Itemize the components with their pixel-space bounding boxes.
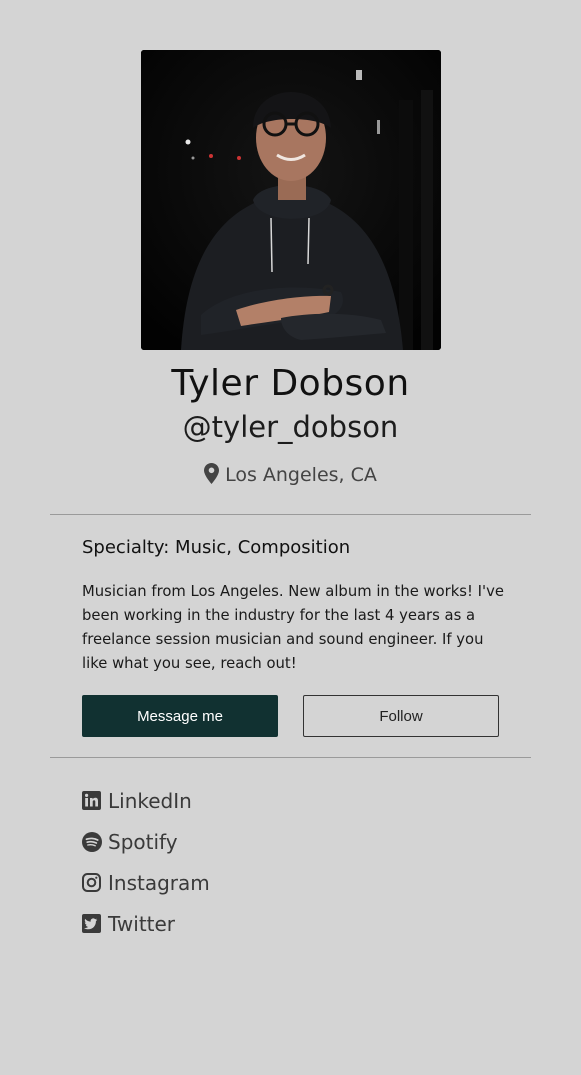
social-link-label: Spotify bbox=[108, 829, 178, 854]
profile-photo bbox=[141, 50, 441, 350]
divider-top bbox=[50, 514, 531, 515]
follow-button[interactable]: Follow bbox=[303, 695, 499, 737]
profile-handle: @tyler_dobson bbox=[182, 410, 399, 444]
linkedin-icon bbox=[82, 791, 101, 810]
map-pin-icon bbox=[204, 463, 220, 491]
social-link-label: Twitter bbox=[108, 911, 176, 936]
spotify-icon bbox=[82, 832, 102, 852]
message-me-button[interactable]: Message me bbox=[82, 695, 278, 737]
profile-location: Los Angeles, CA bbox=[0, 462, 581, 491]
social-links: LinkedIn Spotify Instagram Twitter bbox=[82, 780, 210, 944]
location-text: Los Angeles, CA bbox=[225, 464, 377, 486]
social-link-instagram[interactable]: Instagram bbox=[82, 862, 210, 903]
social-link-label: Instagram bbox=[108, 870, 210, 895]
profile-card: Tyler Dobson @tyler_dobson Los Angeles, … bbox=[0, 0, 581, 1075]
social-link-label: LinkedIn bbox=[108, 788, 192, 813]
social-link-linkedin[interactable]: LinkedIn bbox=[82, 780, 210, 821]
social-link-spotify[interactable]: Spotify bbox=[82, 821, 210, 862]
social-link-twitter[interactable]: Twitter bbox=[82, 903, 210, 944]
twitter-icon bbox=[82, 914, 101, 933]
divider-bottom bbox=[50, 757, 531, 758]
bio-text: Musician from Los Angeles. New album in … bbox=[82, 583, 504, 672]
specialty-text: Specialty: Music, Composition bbox=[82, 537, 351, 558]
profile-name: Tyler Dobson bbox=[171, 363, 410, 404]
instagram-icon bbox=[82, 873, 101, 892]
